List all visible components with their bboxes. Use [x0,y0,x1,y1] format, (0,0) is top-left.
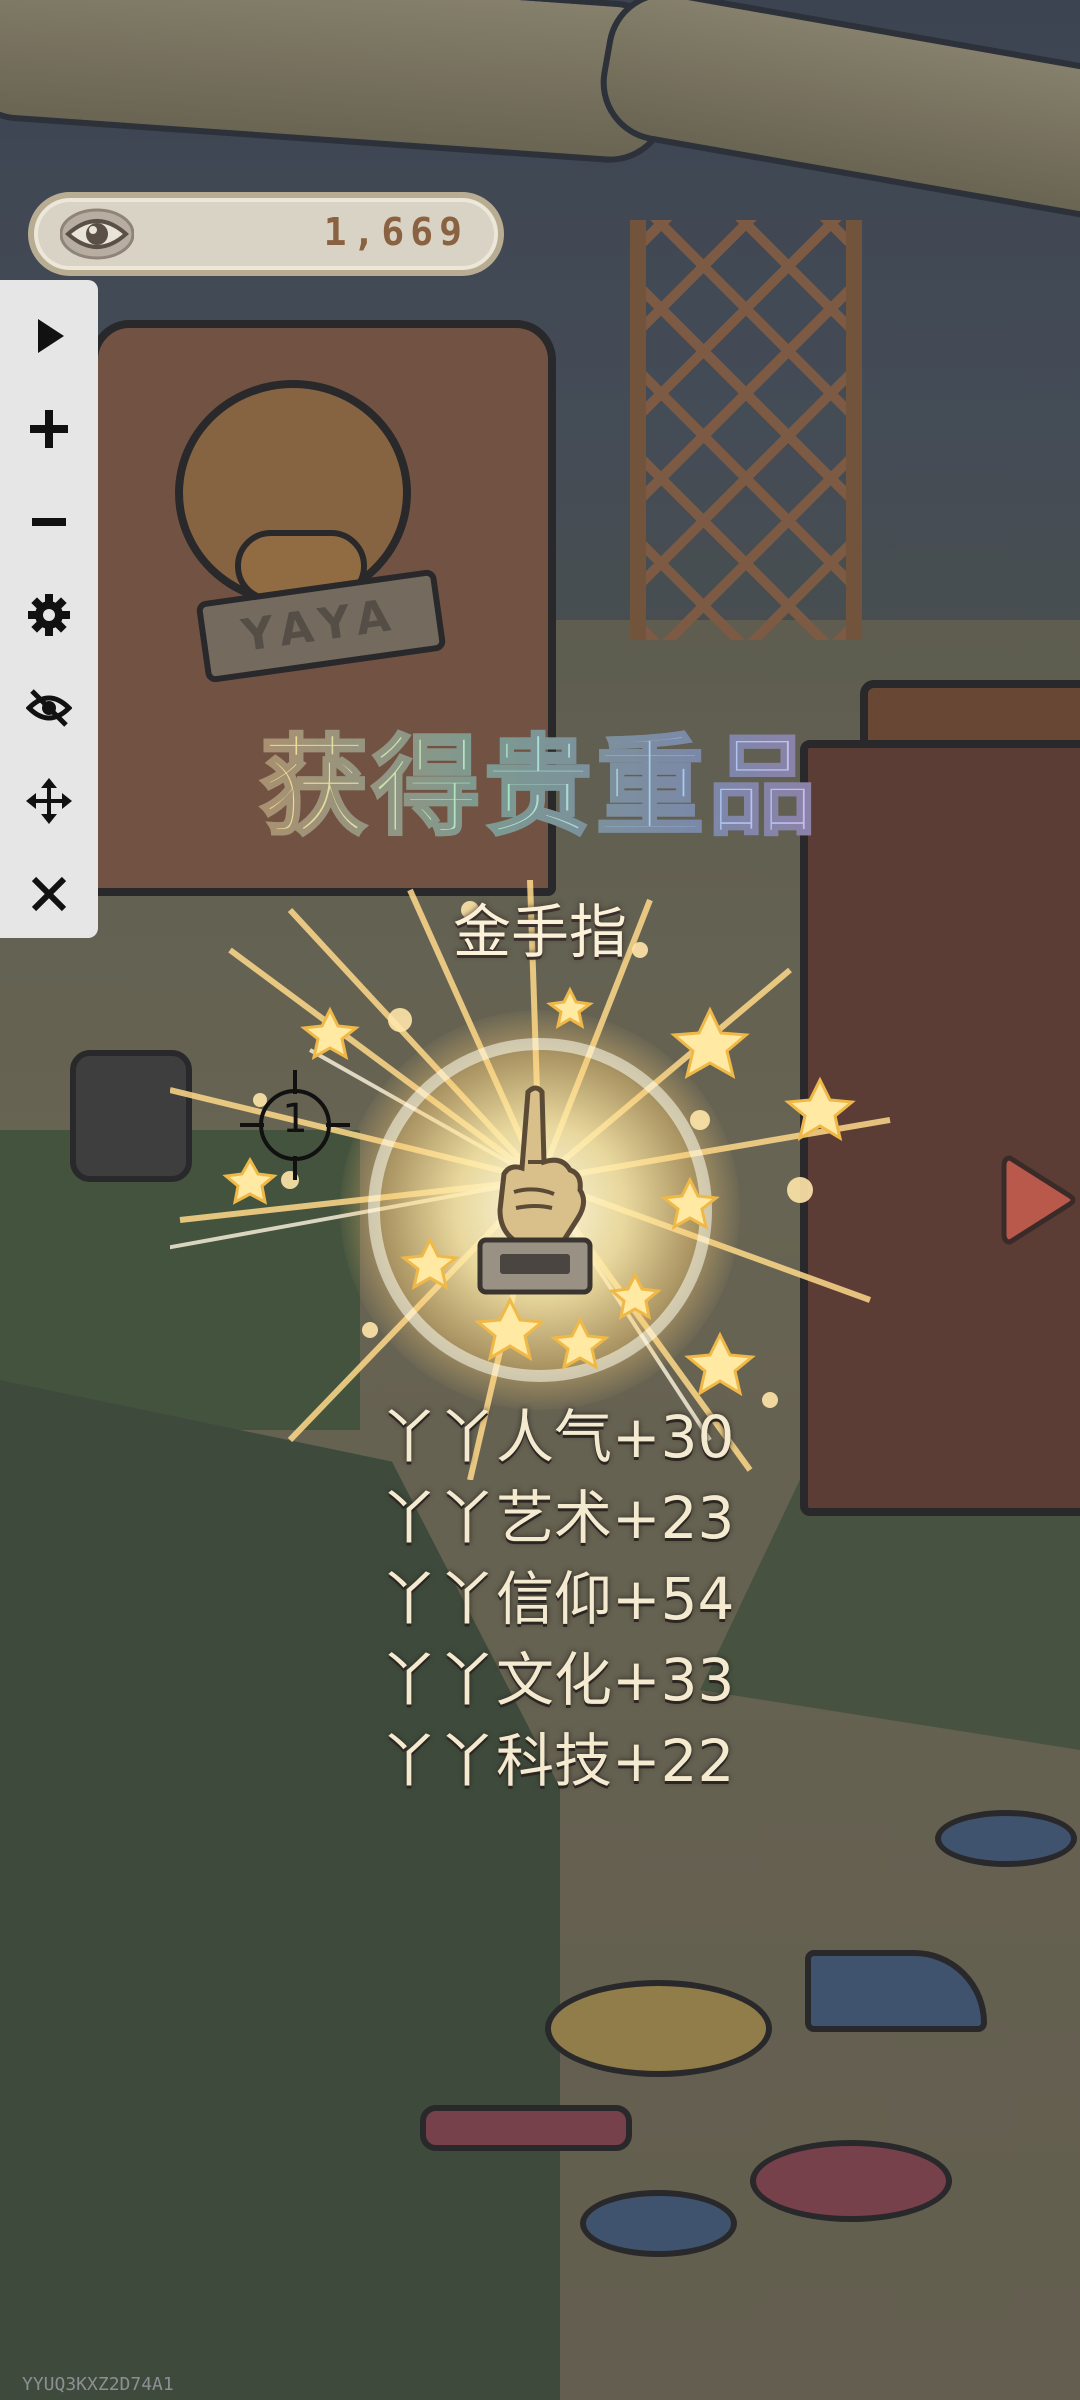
currency-value: 1,669 [323,210,468,254]
play-button[interactable] [0,290,98,382]
stat-line: 丫丫信仰+54 [380,1565,735,1633]
star-icon [300,1006,360,1060]
star-icon [608,1271,662,1320]
footer-code: YYUQ3KXZ2D74A1 [22,2374,174,2395]
stat-line: 丫丫艺术+23 [380,1484,735,1552]
plus-icon [30,410,68,448]
golden-finger-icon [477,1085,593,1295]
star-icon [660,1176,720,1230]
settings-button[interactable] [0,569,98,661]
zoom-out-button[interactable] [0,476,98,568]
stat-list: 丫丫人气+30 丫丫艺术+23 丫丫信仰+54 丫丫文化+33 丫丫科技+22 [380,1390,800,1795]
next-arrow-icon[interactable] [1000,1150,1080,1250]
stat-line: 丫丫科技+22 [380,1727,735,1795]
star-icon [550,1316,610,1370]
stat-line: 丫丫人气+30 [380,1403,735,1471]
stat-line: 丫丫文化+33 [380,1646,735,1714]
gear-icon [28,594,70,636]
eye-icon [60,208,134,260]
star-icon [546,986,594,1030]
star-icon [784,1076,856,1142]
zoom-in-button[interactable] [0,383,98,475]
star-icon [474,1296,546,1362]
currency-bar: 1,669 [28,192,504,276]
crosshair-number: 1 [282,1096,308,1142]
star-icon [684,1331,756,1397]
item-name: 金手指 [452,898,627,966]
star-icon [400,1236,460,1290]
play-icon [38,319,64,353]
minus-icon [32,518,66,526]
star-icon [670,1006,750,1080]
reward-title: 获得贵重品 [0,700,1080,856]
